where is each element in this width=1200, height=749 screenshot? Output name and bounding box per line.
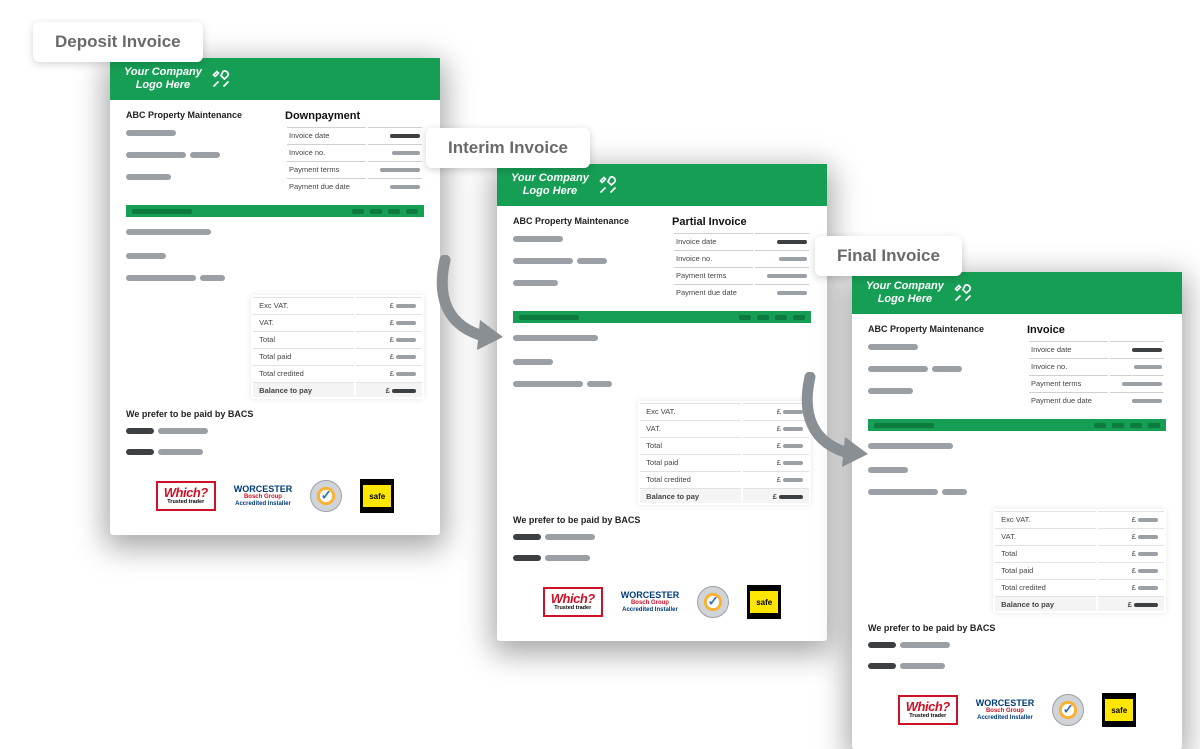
wrench-screwdriver-icon xyxy=(597,174,619,196)
accreditation-badges: Which? Trusted trader WORCESTER Bosch Gr… xyxy=(513,585,811,627)
invoice-type-title: Invoice xyxy=(1027,324,1166,336)
wrench-screwdriver-icon xyxy=(952,282,974,304)
accreditation-badges: Which? Trusted trader WORCESTER Bosch Gr… xyxy=(126,479,424,521)
label-interim-invoice: Interim Invoice xyxy=(426,128,590,168)
which-trusted-trader-badge: Which? Trusted trader xyxy=(898,695,958,724)
payment-preference: We prefer to be paid by BACS xyxy=(126,409,424,419)
line-items-header xyxy=(868,419,1166,431)
company-name: ABC Property Maintenance xyxy=(126,110,265,120)
invoice-type-title: Partial Invoice xyxy=(672,216,811,228)
which-trusted-trader-badge: Which? Trusted trader xyxy=(543,587,603,616)
invoice-header: Your Company Logo Here xyxy=(852,272,1182,314)
worcester-bosch-badge: WORCESTER Bosch Group Accredited Install… xyxy=(976,699,1035,721)
invoice-header: Your Company Logo Here xyxy=(497,164,827,206)
logo-placeholder: Your Company Logo Here xyxy=(511,172,589,197)
accreditation-badges: Which? Trusted trader WORCESTER Bosch Gr… xyxy=(868,693,1166,735)
gas-safe-badge: safe xyxy=(360,479,394,513)
logo-placeholder: Your Company Logo Here xyxy=(124,66,202,91)
worcester-bosch-badge: WORCESTER Bosch Group Accredited Install… xyxy=(234,485,293,507)
invoice-card-final: Your Company Logo Here ABC Property Main… xyxy=(852,272,1182,749)
logo-placeholder: Your Company Logo Here xyxy=(866,280,944,305)
invoice-totals-table: Exc VAT.£ VAT.£ Total£ Total paid£ Total… xyxy=(251,295,424,399)
invoice-meta-table: Invoice date Invoice no. Payment terms P… xyxy=(285,125,424,195)
invoice-progression-diagram: Deposit Invoice Interim Invoice Final In… xyxy=(0,0,1200,683)
invoice-card-interim: Your Company Logo Here ABC Property Main… xyxy=(497,164,827,641)
invoice-totals-table: Exc VAT.£ VAT.£ Total£ Total paid£ Total… xyxy=(638,401,811,505)
checkmark-seal-badge xyxy=(310,480,342,512)
payment-preference: We prefer to be paid by BACS xyxy=(868,623,1166,633)
invoice-totals-table: Exc VAT.£ VAT.£ Total£ Total paid£ Total… xyxy=(993,509,1166,613)
checkmark-seal-badge xyxy=(697,586,729,618)
which-trusted-trader-badge: Which? Trusted trader xyxy=(156,481,216,510)
invoice-meta-table: Invoice date Invoice no. Payment terms P… xyxy=(672,231,811,301)
invoice-card-deposit: Your Company Logo Here ABC Property Main… xyxy=(110,58,440,535)
invoice-meta-table: Invoice date Invoice no. Payment terms P… xyxy=(1027,339,1166,409)
line-items-header xyxy=(513,311,811,323)
logo-line2: Logo Here xyxy=(124,79,202,92)
line-items-header xyxy=(126,205,424,217)
company-name: ABC Property Maintenance xyxy=(868,324,1007,334)
worcester-bosch-badge: WORCESTER Bosch Group Accredited Install… xyxy=(621,591,680,613)
company-name: ABC Property Maintenance xyxy=(513,216,652,226)
checkmark-seal-badge xyxy=(1052,694,1084,726)
logo-line1: Your Company xyxy=(124,66,202,79)
payment-preference: We prefer to be paid by BACS xyxy=(513,515,811,525)
label-final-invoice: Final Invoice xyxy=(815,236,962,276)
invoice-header: Your Company Logo Here xyxy=(110,58,440,100)
label-deposit-invoice: Deposit Invoice xyxy=(33,22,203,62)
gas-safe-badge: safe xyxy=(747,585,781,619)
gas-safe-badge: safe xyxy=(1102,693,1136,727)
invoice-type-title: Downpayment xyxy=(285,110,424,122)
wrench-screwdriver-icon xyxy=(210,68,232,90)
